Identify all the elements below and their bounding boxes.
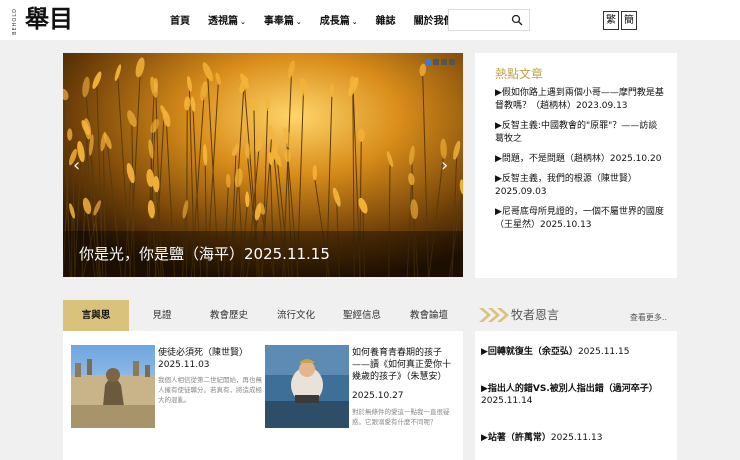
chevron-down-icon: ⌄ bbox=[240, 18, 246, 26]
hot-article-link[interactable]: ▶反智主義，我們的根源（陳世賢）2025.09.03 bbox=[495, 173, 665, 199]
article-excerpt: 我個人相信從第二世紀開始，再也無人擁有使徒職分。若真有，將造成極大的混亂。 bbox=[158, 376, 262, 404]
article-thumbnail[interactable] bbox=[71, 345, 155, 428]
article-list: 使徒必須死（陳世賢） 2025.11.03 我個人相信從第二世紀開始，再也無人擁… bbox=[63, 331, 463, 460]
search-input[interactable] bbox=[448, 9, 530, 31]
tab-testimony[interactable]: 見證 bbox=[129, 300, 195, 331]
slider-dot[interactable] bbox=[441, 59, 447, 65]
hot-article-link[interactable]: ▶反智主義:中國教會的"原罪"？——訪談葛牧之 bbox=[495, 120, 665, 146]
tab-church-history[interactable]: 教會歷史 bbox=[195, 300, 263, 331]
hero-caption[interactable]: 你是光，你是鹽（海平）2025.11.15 bbox=[63, 231, 463, 277]
tab-words-thoughts[interactable]: 言與思 bbox=[63, 300, 129, 331]
article-thumbnail[interactable] bbox=[265, 345, 349, 428]
site-logo[interactable]: 舉目 bbox=[25, 4, 73, 34]
chevron-down-icon: ⌄ bbox=[295, 18, 302, 26]
pastor-article-date: 2025.11.15 bbox=[577, 347, 630, 357]
pastor-words-list: ▶回轉就復生（余亞弘）2025.11.15 ▶指出人的錯VS.被別人指出錯（過河… bbox=[475, 331, 677, 460]
hot-articles-list: ▶假如你路上遇到兩個小哥——摩門教是基督教嗎？（趙柄林）2023.09.13 ▶… bbox=[495, 87, 665, 239]
article-excerpt: 對於無條件的愛這一點我一直很疑惑。它跟溺愛有什麼不同呢？ bbox=[352, 408, 450, 426]
pastor-article-link[interactable]: ▶站著（許萬常）2025.11.13 bbox=[481, 432, 671, 444]
double-chevron-icon bbox=[479, 308, 509, 322]
pastor-article-title[interactable]: ▶回轉就復生（余亞弘） bbox=[481, 347, 578, 357]
pastor-article-date: 2025.11.14 bbox=[481, 396, 533, 406]
grass-seed-head bbox=[153, 78, 159, 93]
site-header: BEHOLD 舉目 首頁 透視篇 ⌄ 事奉篇 ⌄ 成長篇 ⌄ 雜誌 關於我們 繁 簡 bbox=[0, 0, 740, 40]
hot-article-link[interactable]: ▶問題，不是問題（趙柄林）2025.10.20 bbox=[495, 153, 665, 166]
slider-dots bbox=[425, 59, 455, 65]
logo-latin-text[interactable]: BEHOLD bbox=[12, 8, 18, 35]
nav-item-magazine[interactable]: 雜誌 bbox=[376, 12, 396, 27]
nav-item-perspective[interactable]: 透視篇 ⌄ bbox=[208, 12, 246, 27]
pastor-words-header: 牧者恩言 查看更多.. bbox=[477, 300, 677, 331]
pastor-article-date: 2025.11.13 bbox=[550, 433, 603, 443]
hot-articles-title: 熱點文章 bbox=[495, 67, 544, 81]
article-title[interactable]: 如何養育青春期的孩子——讀《如何真正愛你十幾歲的孩子》（朱慧安） bbox=[352, 347, 452, 383]
chevron-right-icon[interactable]: › bbox=[441, 155, 448, 176]
pastor-article-link[interactable]: ▶回轉就復生（余亞弘）2025.11.15 bbox=[481, 346, 671, 358]
tab-bible-message[interactable]: 聖經信息 bbox=[329, 300, 395, 331]
simplified-chinese-button[interactable]: 簡 bbox=[621, 11, 637, 30]
pastor-article-title[interactable]: ▶站著（許萬常） bbox=[481, 433, 551, 443]
tab-pop-culture[interactable]: 流行文化 bbox=[263, 300, 329, 331]
nav-item-ministry[interactable]: 事奉篇 ⌄ bbox=[264, 12, 302, 27]
tab-church-forum[interactable]: 教會論壇 bbox=[395, 300, 463, 331]
article-date: 2025.11.03 bbox=[158, 360, 210, 370]
hero-slider[interactable]: ‹ › 你是光，你是鹽（海平）2025.11.15 bbox=[63, 53, 463, 277]
hero-caption-text[interactable]: 你是光，你是鹽（海平）2025.11.15 bbox=[79, 243, 330, 264]
nav-item-growth[interactable]: 成長篇 ⌄ bbox=[320, 12, 358, 27]
hot-articles-panel: 熱點文章 ▶假如你路上遇到兩個小哥——摩門教是基督教嗎？（趙柄林）2023.09… bbox=[475, 53, 677, 278]
search-icon[interactable] bbox=[511, 14, 523, 26]
article-date: 2025.10.27 bbox=[352, 391, 404, 401]
child-image bbox=[265, 345, 349, 428]
category-tabs: 言與思 見證 教會歷史 流行文化 聖經信息 教會論壇 bbox=[63, 300, 463, 331]
article-title[interactable]: 使徒必須死（陳世賢） bbox=[158, 347, 258, 359]
slider-dot[interactable] bbox=[449, 59, 455, 65]
slider-dot[interactable] bbox=[433, 59, 439, 65]
chevron-down-icon: ⌄ bbox=[351, 18, 358, 26]
view-more-link[interactable]: 查看更多.. bbox=[630, 312, 667, 323]
traditional-chinese-button[interactable]: 繁 bbox=[603, 11, 619, 30]
pastor-words-title: 牧者恩言 bbox=[511, 308, 560, 322]
pastor-article-link[interactable]: ▶指出人的錯VS.被別人指出錯（過河卒子） 2025.11.14 bbox=[481, 383, 671, 407]
hot-article-link[interactable]: ▶尼哥底母所見證的，一個不屬世界的國度（王星然）2025.10.13 bbox=[495, 206, 665, 232]
main-nav: 首頁 透視篇 ⌄ 事奉篇 ⌄ 成長篇 ⌄ 雜誌 關於我們 bbox=[170, 12, 472, 27]
hot-article-link[interactable]: ▶假如你路上遇到兩個小哥——摩門教是基督教嗎？（趙柄林）2023.09.13 bbox=[495, 87, 665, 113]
nav-item-home[interactable]: 首頁 bbox=[170, 12, 190, 27]
pastor-article-title[interactable]: ▶指出人的錯VS.被別人指出錯（過河卒子） bbox=[481, 384, 658, 394]
slider-dot[interactable] bbox=[425, 59, 431, 65]
chevron-left-icon[interactable]: ‹ bbox=[73, 155, 80, 176]
statue-image bbox=[71, 345, 155, 428]
grass-seed-head bbox=[67, 128, 73, 141]
